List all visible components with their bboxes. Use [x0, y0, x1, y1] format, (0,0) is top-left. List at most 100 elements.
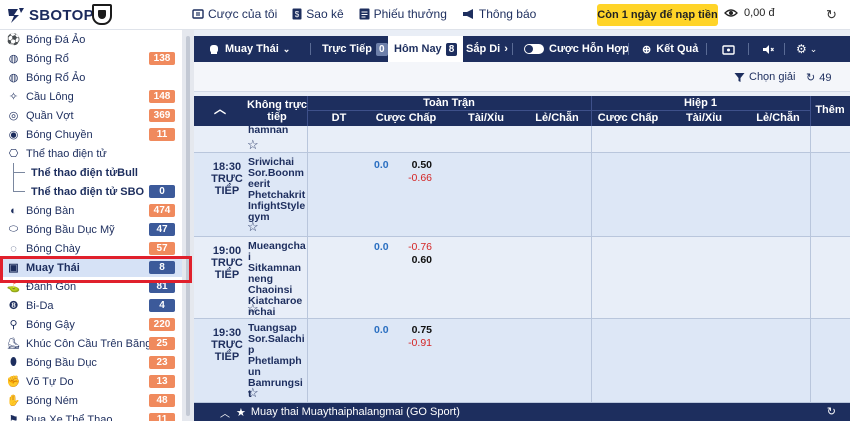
sidebar-item-count: 23	[149, 356, 175, 369]
tab-divider	[310, 43, 311, 55]
home-odds[interactable]: 0.75	[404, 324, 432, 336]
tab-divider	[784, 43, 785, 55]
sidebar-item[interactable]: ⚑ Đua Xe Thể Thao 11	[0, 410, 182, 421]
tab-live[interactable]: Trực Tiếp 0	[322, 36, 388, 62]
refresh-balance-icon[interactable]: ↻	[826, 7, 837, 23]
sidebar-item[interactable]: Thể thao điện tửBull	[0, 163, 182, 182]
sidebar-item[interactable]: ✊ Võ Tự Do 13	[0, 372, 182, 391]
collapse-chevron-icon[interactable]: ︿	[214, 103, 226, 115]
nav-announcements[interactable]: Thông báo	[462, 7, 536, 21]
sidebar-item[interactable]: ◐ Bóng Bàn 474	[0, 201, 182, 220]
tab-divider	[628, 43, 629, 55]
away-odds[interactable]: -0.66	[404, 172, 432, 184]
basketball-icon: ◍	[8, 53, 19, 65]
handball-icon: ✋	[6, 395, 21, 407]
eye-icon[interactable]	[724, 8, 738, 18]
sidebar-item[interactable]: ⛸ Khúc Côn Cầu Trên Băng 25	[0, 334, 182, 353]
sidebar-item[interactable]: ◎ Quần Vợt 369	[0, 106, 182, 125]
favorite-star-icon[interactable]: ☆	[247, 137, 259, 153]
favorite-star-icon[interactable]: ☆	[247, 301, 259, 317]
favorite-star-icon[interactable]: ☆	[247, 385, 259, 401]
header-odd-even: Lẻ/Chẵn	[535, 112, 579, 124]
sidebar-item-count: 11	[149, 128, 175, 141]
favorite-star-icon[interactable]: ☆	[247, 219, 259, 235]
toggle-switch-icon[interactable]	[524, 44, 544, 54]
nav-vouchers[interactable]: Phiếu thưởng	[359, 7, 447, 21]
sports-sidebar: ⚽ Bóng Đá Ảo ◍ Bóng Rổ 138 ◍ Bóng Rổ Ảo ✧ Cầu Lô…	[0, 30, 182, 421]
sidebar-item[interactable]: ◉ Bóng Chuyền 11	[0, 125, 182, 144]
gamepad-icon: ⎔	[8, 148, 19, 160]
header-full-time: Toàn Trận	[423, 97, 475, 109]
mute-icon[interactable]	[762, 36, 774, 62]
sidebar-item-count: 48	[149, 394, 175, 407]
nav-vouchers-label: Phiếu thưởng	[373, 7, 447, 21]
match-row: 19:00 TRỰC TIẾP Mueangchai Sitkamnanneng…	[194, 237, 850, 319]
home-odds[interactable]: 0.50	[404, 159, 432, 171]
sidebar-item[interactable]: ◍ Bóng Rổ Ảo	[0, 68, 182, 87]
match-live-status: TRỰC TIẾP	[211, 339, 243, 363]
sidebar-item-count: 369	[149, 109, 175, 122]
sidebar-item[interactable]: ✧ Cầu Lông 148	[0, 87, 182, 106]
settings-gear-icon[interactable]: ⚙ ⌄	[796, 36, 817, 62]
sidebar-item[interactable]: ⎔ Thể thao điện tử	[0, 144, 182, 163]
league-header[interactable]: ︿ ★ Muay thai Muaythaiphalangmai (GO Spo…	[194, 403, 850, 421]
motorsport-icon: ⚑	[8, 414, 19, 421]
sidebar-item[interactable]: ◍ Bóng Rổ 138	[0, 49, 182, 68]
balance-display: 0,00 đ	[724, 7, 775, 19]
tab-today[interactable]: Hôm Nay 8	[388, 36, 464, 67]
nav-statement[interactable]: $ Sao kê	[292, 7, 344, 21]
refresh-league-icon[interactable]: ↻	[827, 405, 836, 418]
match-time-value: 18:30	[212, 161, 242, 173]
results-button[interactable]: ⊕ Kết Quả	[642, 36, 698, 62]
home-odds[interactable]: -0.76	[404, 241, 432, 253]
nav-statement-label: Sao kê	[306, 7, 344, 21]
sidebar-item-count: 220	[149, 318, 175, 331]
sidebar-item[interactable]: Thể thao điện tử SBO 0	[0, 182, 182, 201]
parlay-label: Cược Hỗn Hợp	[549, 43, 629, 55]
refresh-countdown-button[interactable]: ↻ 49	[806, 71, 831, 85]
video-icon[interactable]	[722, 36, 735, 62]
selected-sport-highlight	[0, 256, 192, 283]
tab-live-label: Trực Tiếp	[322, 43, 372, 55]
nav-my-bets[interactable]: Cược của tôi	[192, 7, 277, 21]
nav-my-bets-label: Cược của tôi	[208, 7, 278, 21]
sidebar-scrollbar-thumb[interactable]	[186, 36, 190, 416]
match-teams: Sriwichai Sor.Boonmeerit Phetchakrit Inf…	[248, 156, 306, 223]
header-dt: DT	[331, 112, 347, 124]
match-live-status: TRỰC TIẾP	[211, 257, 243, 281]
mma-icon: ✊	[6, 376, 21, 388]
sport-selector[interactable]: Muay Thái ⌄	[208, 36, 290, 62]
sidebar-item[interactable]: ⚽ Bóng Đá Ảo	[0, 30, 182, 49]
megaphone-icon	[462, 9, 473, 19]
sidebar-item-count: 13	[149, 375, 175, 388]
filter-funnel-icon	[734, 72, 745, 82]
boxing-icon	[210, 45, 218, 54]
collapse-chevron-icon[interactable]: ︿	[220, 405, 230, 420]
sidebar-item[interactable]: ❽ Bi-Da 4	[0, 296, 182, 315]
match-time: 18:30 TRỰC TIẾP	[202, 161, 252, 197]
header-over-under: Tài/Xỉu	[467, 112, 505, 124]
sidebar-item-label: Thể thao điện tửBull	[31, 166, 138, 179]
deposit-promo-button[interactable]: Còn 1 ngày để nạp tiền	[597, 4, 718, 26]
choose-league-button[interactable]: Chọn giải	[734, 71, 795, 83]
away-odds[interactable]: 0.60	[404, 254, 432, 266]
sidebar-item-count: 474	[149, 204, 175, 217]
sidebar-item[interactable]: ⚲ Bóng Gậy 220	[0, 315, 182, 334]
match-row: 18:30 TRỰC TIẾP Sriwichai Sor.Boonmeerit…	[194, 153, 850, 237]
sidebar-item[interactable]: ⬭ Bóng Bầu Dục Mỹ 47	[0, 220, 182, 239]
parlay-toggle[interactable]: Cược Hỗn Hợp	[524, 36, 629, 62]
filter-bar: Chọn giải ↻ 49	[194, 62, 850, 92]
sidebar-item-count: 11	[149, 413, 175, 421]
star-icon[interactable]: ★	[236, 406, 246, 419]
svg-text:$: $	[295, 10, 300, 19]
sidebar-item[interactable]: ✋ Bóng Ném 48	[0, 391, 182, 410]
sidebar-item-label: Thể thao điện tử	[26, 147, 107, 160]
tab-upcoming[interactable]: Sắp Di ›	[466, 36, 508, 62]
sidebar-item[interactable]: ⬮ Bóng Bầu Dục 23	[0, 353, 182, 372]
match-time-value: 19:00	[212, 245, 242, 257]
tab-today-count: 8	[445, 42, 458, 56]
handicap-line: 0.0	[374, 324, 389, 336]
handicap-line: 0.0	[374, 241, 389, 253]
away-odds[interactable]: -0.91	[404, 337, 432, 349]
sidebar-item-count: 57	[149, 242, 175, 255]
